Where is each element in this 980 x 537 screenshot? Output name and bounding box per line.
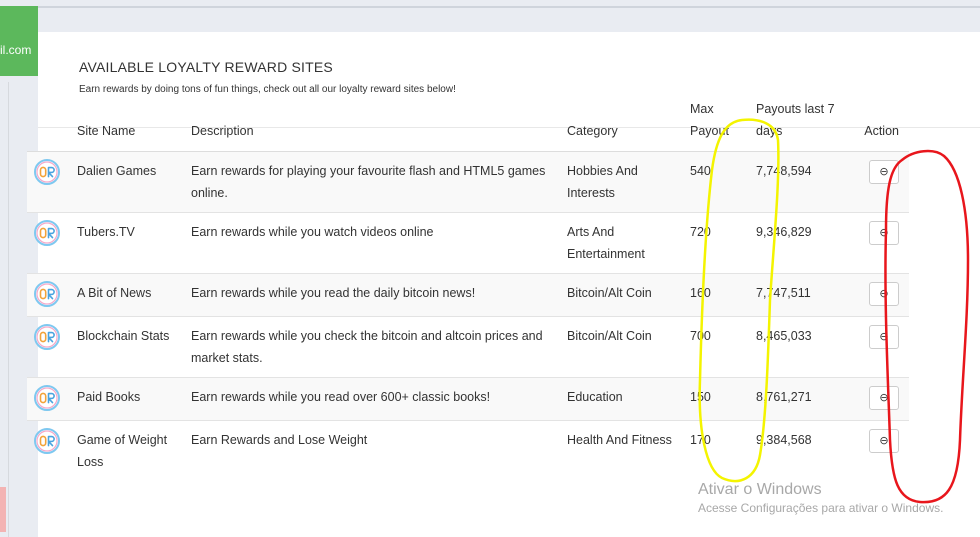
table-header-row: Site Name Description Category Max Payou… bbox=[27, 98, 909, 152]
payouts-last-7-days: 9,384,568 bbox=[748, 420, 852, 481]
table-row: Tubers.TV Earn rewards while you watch vi… bbox=[27, 212, 909, 274]
site-logo bbox=[27, 420, 69, 481]
site-description: Earn rewards while you watch videos onli… bbox=[183, 212, 559, 274]
link-icon: ⊖ bbox=[879, 391, 889, 404]
payouts-last-7-days: 8,761,271 bbox=[748, 377, 852, 421]
payouts-last-7-header: Payouts last 7 days bbox=[748, 98, 852, 152]
site-logo bbox=[27, 316, 69, 378]
action-cell: ⊖ bbox=[852, 212, 909, 274]
watermark-subtitle: Acesse Configurações para ativar o Windo… bbox=[698, 501, 944, 515]
max-payout: 170 bbox=[682, 420, 748, 481]
link-icon: ⊖ bbox=[879, 226, 889, 239]
windows-activation-watermark: Ativar o Windows Acesse Configurações pa… bbox=[698, 481, 943, 515]
table-row: Game of Weight Loss Earn Rewards and Lose… bbox=[27, 420, 909, 481]
site-logo bbox=[27, 273, 69, 317]
open-site-button[interactable]: ⊖ bbox=[869, 429, 899, 453]
site-name: Paid Books bbox=[69, 377, 183, 421]
site-category: Bitcoin/Alt Coin bbox=[559, 273, 682, 317]
sidebar-divider bbox=[8, 82, 9, 537]
action-cell: ⊖ bbox=[852, 420, 909, 481]
action-cell: ⊖ bbox=[852, 377, 909, 421]
payouts-last-7-days: 9,346,829 bbox=[748, 212, 852, 274]
max-payout: 540 bbox=[682, 151, 748, 213]
site-name-header: Site Name bbox=[69, 98, 183, 152]
category-header: Category bbox=[559, 98, 682, 152]
link-icon: ⊖ bbox=[879, 330, 889, 343]
description-header: Description bbox=[183, 98, 559, 152]
link-icon: ⊖ bbox=[879, 434, 889, 447]
payouts-last-7-days: 8,465,033 bbox=[748, 316, 852, 378]
logo-header bbox=[27, 98, 69, 152]
site-name: Game of Weight Loss bbox=[69, 420, 183, 481]
action-header: Action bbox=[852, 98, 909, 152]
table-row: A Bit of News Earn rewards while you read… bbox=[27, 273, 909, 317]
site-logo bbox=[27, 377, 69, 421]
site-description: Earn Rewards and Lose Weight bbox=[183, 420, 559, 481]
site-description: Earn rewards while you check the bitcoin… bbox=[183, 316, 559, 378]
email-tab-text: il.com bbox=[0, 43, 32, 57]
open-site-button[interactable]: ⊖ bbox=[869, 221, 899, 245]
site-logo bbox=[27, 212, 69, 274]
panel-subtitle: Earn rewards by doing tons of fun things… bbox=[79, 84, 456, 95]
link-icon: ⊖ bbox=[879, 287, 889, 300]
max-payout: 150 bbox=[682, 377, 748, 421]
site-category: Bitcoin/Alt Coin bbox=[559, 316, 682, 378]
site-category: Arts And Entertainment bbox=[559, 212, 682, 274]
link-icon: ⊖ bbox=[879, 165, 889, 178]
action-cell: ⊖ bbox=[852, 316, 909, 378]
site-name: A Bit of News bbox=[69, 273, 183, 317]
table-row: Blockchain Stats Earn rewards while you c… bbox=[27, 316, 909, 378]
watermark-title: Ativar o Windows bbox=[698, 481, 822, 498]
site-name: Blockchain Stats bbox=[69, 316, 183, 378]
action-cell: ⊖ bbox=[852, 273, 909, 317]
site-name: Dalien Games bbox=[69, 151, 183, 213]
panel-title: AVAILABLE LOYALTY REWARD SITES bbox=[79, 59, 333, 75]
max-payout: 700 bbox=[682, 316, 748, 378]
open-site-button[interactable]: ⊖ bbox=[869, 325, 899, 349]
open-site-button[interactable]: ⊖ bbox=[869, 386, 899, 410]
email-tab[interactable]: il.com bbox=[0, 6, 38, 76]
site-description: Earn rewards for playing your favourite … bbox=[183, 151, 559, 213]
payouts-last-7-days: 7,748,594 bbox=[748, 151, 852, 213]
site-category: Hobbies And Interests bbox=[559, 151, 682, 213]
action-cell: ⊖ bbox=[852, 151, 909, 213]
payouts-last-7-days: 7,747,511 bbox=[748, 273, 852, 317]
site-category: Education bbox=[559, 377, 682, 421]
open-site-button[interactable]: ⊖ bbox=[869, 282, 899, 306]
max-payout: 720 bbox=[682, 212, 748, 274]
max-payout-header: Max Payout bbox=[682, 98, 748, 152]
site-name: Tubers.TV bbox=[69, 212, 183, 274]
open-site-button[interactable]: ⊖ bbox=[869, 160, 899, 184]
site-description: Earn rewards while you read over 600+ cl… bbox=[183, 377, 559, 421]
site-category: Health And Fitness bbox=[559, 420, 682, 481]
site-logo bbox=[27, 151, 69, 213]
top-border bbox=[0, 6, 980, 8]
table-row: Paid Books Earn rewards while you read ov… bbox=[27, 377, 909, 421]
table-row: Dalien Games Earn rewards for playing you… bbox=[27, 151, 909, 213]
red-side-tab[interactable] bbox=[0, 487, 6, 532]
loyalty-sites-table: Site Name Description Category Max Payou… bbox=[27, 98, 909, 481]
max-payout: 160 bbox=[682, 273, 748, 317]
site-description: Earn rewards while you read the daily bi… bbox=[183, 273, 559, 317]
